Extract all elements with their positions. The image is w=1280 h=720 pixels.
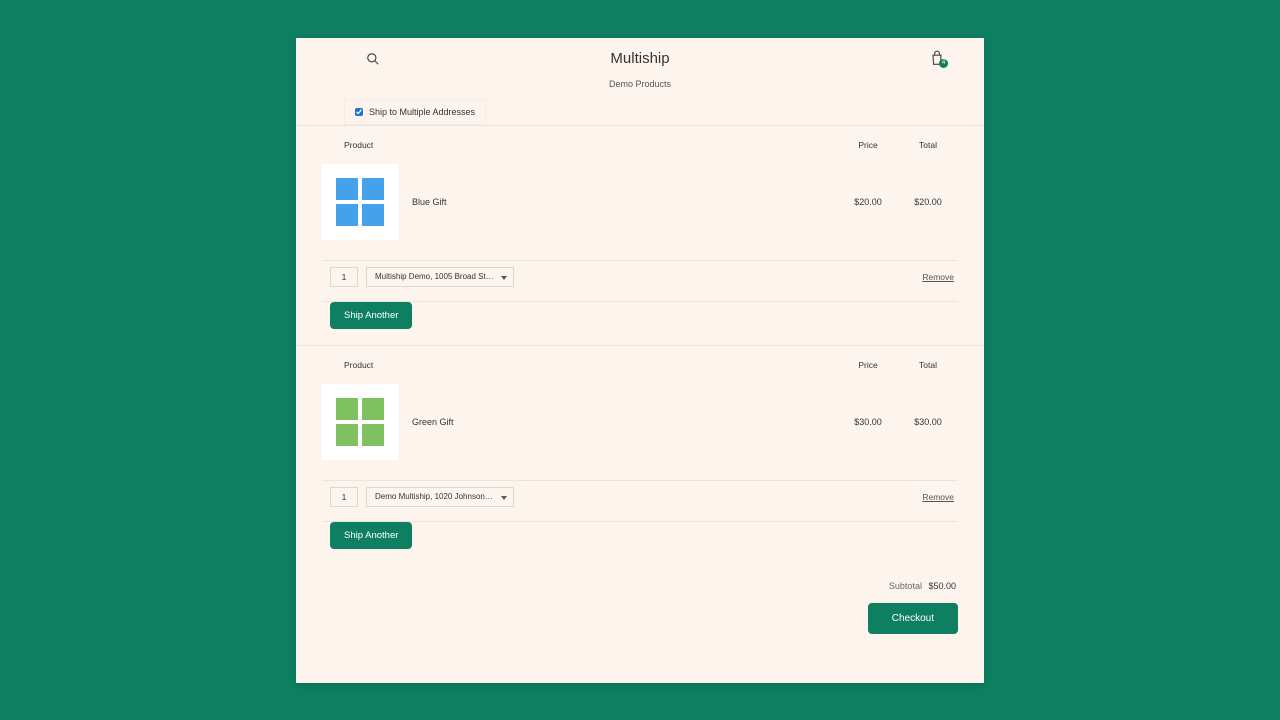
- ship-multiple-toggle[interactable]: Ship to Multiple Addresses: [344, 99, 486, 125]
- quantity-input[interactable]: [330, 267, 358, 287]
- subtotal: Subtotal $50.00: [322, 581, 956, 591]
- product-price: $30.00: [838, 417, 898, 427]
- cart-item: Product Price Total Green Gift $30.00 $3…: [296, 345, 984, 565]
- ship-another-button[interactable]: Ship Another: [330, 522, 412, 549]
- col-product: Product: [322, 140, 838, 150]
- product-thumbnail[interactable]: [322, 384, 398, 460]
- address-select[interactable]: Demo Multiship, 1020 Johnson St., Victo.…: [366, 487, 514, 507]
- product-thumbnail[interactable]: [322, 164, 398, 240]
- product-name[interactable]: Green Gift: [412, 417, 454, 427]
- col-total: Total: [898, 360, 958, 370]
- nav-link-demo-products[interactable]: Demo Products: [296, 79, 984, 89]
- quantity-input[interactable]: [330, 487, 358, 507]
- cart-count-badge: 4: [939, 59, 948, 68]
- col-price: Price: [838, 360, 898, 370]
- remove-link[interactable]: Remove: [922, 272, 958, 282]
- checkout-button[interactable]: Checkout: [868, 603, 958, 634]
- product-name[interactable]: Blue Gift: [412, 197, 447, 207]
- ship-multiple-label: Ship to Multiple Addresses: [369, 107, 475, 117]
- remove-link[interactable]: Remove: [922, 492, 958, 502]
- gift-icon: [336, 178, 384, 226]
- search-icon[interactable]: [366, 52, 380, 66]
- product-info: Green Gift: [322, 384, 838, 460]
- ship-another-button[interactable]: Ship Another: [330, 302, 412, 329]
- ship-multiple-checkbox[interactable]: [355, 108, 363, 116]
- product-row: Green Gift $30.00 $30.00: [322, 380, 958, 480]
- cart-footer: Subtotal $50.00 Checkout: [296, 565, 984, 658]
- address-select[interactable]: Multiship Demo, 1005 Broad St. 303, Vict…: [366, 267, 514, 287]
- destination-row: Demo Multiship, 1020 Johnson St., Victo.…: [322, 481, 958, 521]
- product-total: $20.00: [898, 197, 958, 207]
- header: Multiship 4: [296, 38, 984, 67]
- col-product: Product: [322, 360, 838, 370]
- store-title: Multiship: [314, 50, 966, 67]
- address-text: Demo Multiship, 1020 Johnson St., Victo.…: [375, 492, 495, 501]
- col-total: Total: [898, 140, 958, 150]
- gift-icon: [336, 398, 384, 446]
- product-row: Blue Gift $20.00 $20.00: [322, 160, 958, 260]
- column-headings: Product Price Total: [322, 126, 958, 160]
- subtotal-value: $50.00: [928, 581, 956, 591]
- destination-row: Multiship Demo, 1005 Broad St. 303, Vict…: [322, 261, 958, 301]
- cart-item: Product Price Total Blue Gift $20.00 $20…: [296, 125, 984, 345]
- product-total: $30.00: [898, 417, 958, 427]
- product-price: $20.00: [838, 197, 898, 207]
- subtotal-label: Subtotal: [889, 581, 922, 591]
- address-text: Multiship Demo, 1005 Broad St. 303, Vict…: [375, 272, 495, 281]
- cart-window: Multiship 4 Demo Products Ship to Multip…: [296, 38, 984, 683]
- product-info: Blue Gift: [322, 164, 838, 240]
- cart-icon[interactable]: 4: [930, 50, 944, 66]
- column-headings: Product Price Total: [322, 346, 958, 380]
- col-price: Price: [838, 140, 898, 150]
